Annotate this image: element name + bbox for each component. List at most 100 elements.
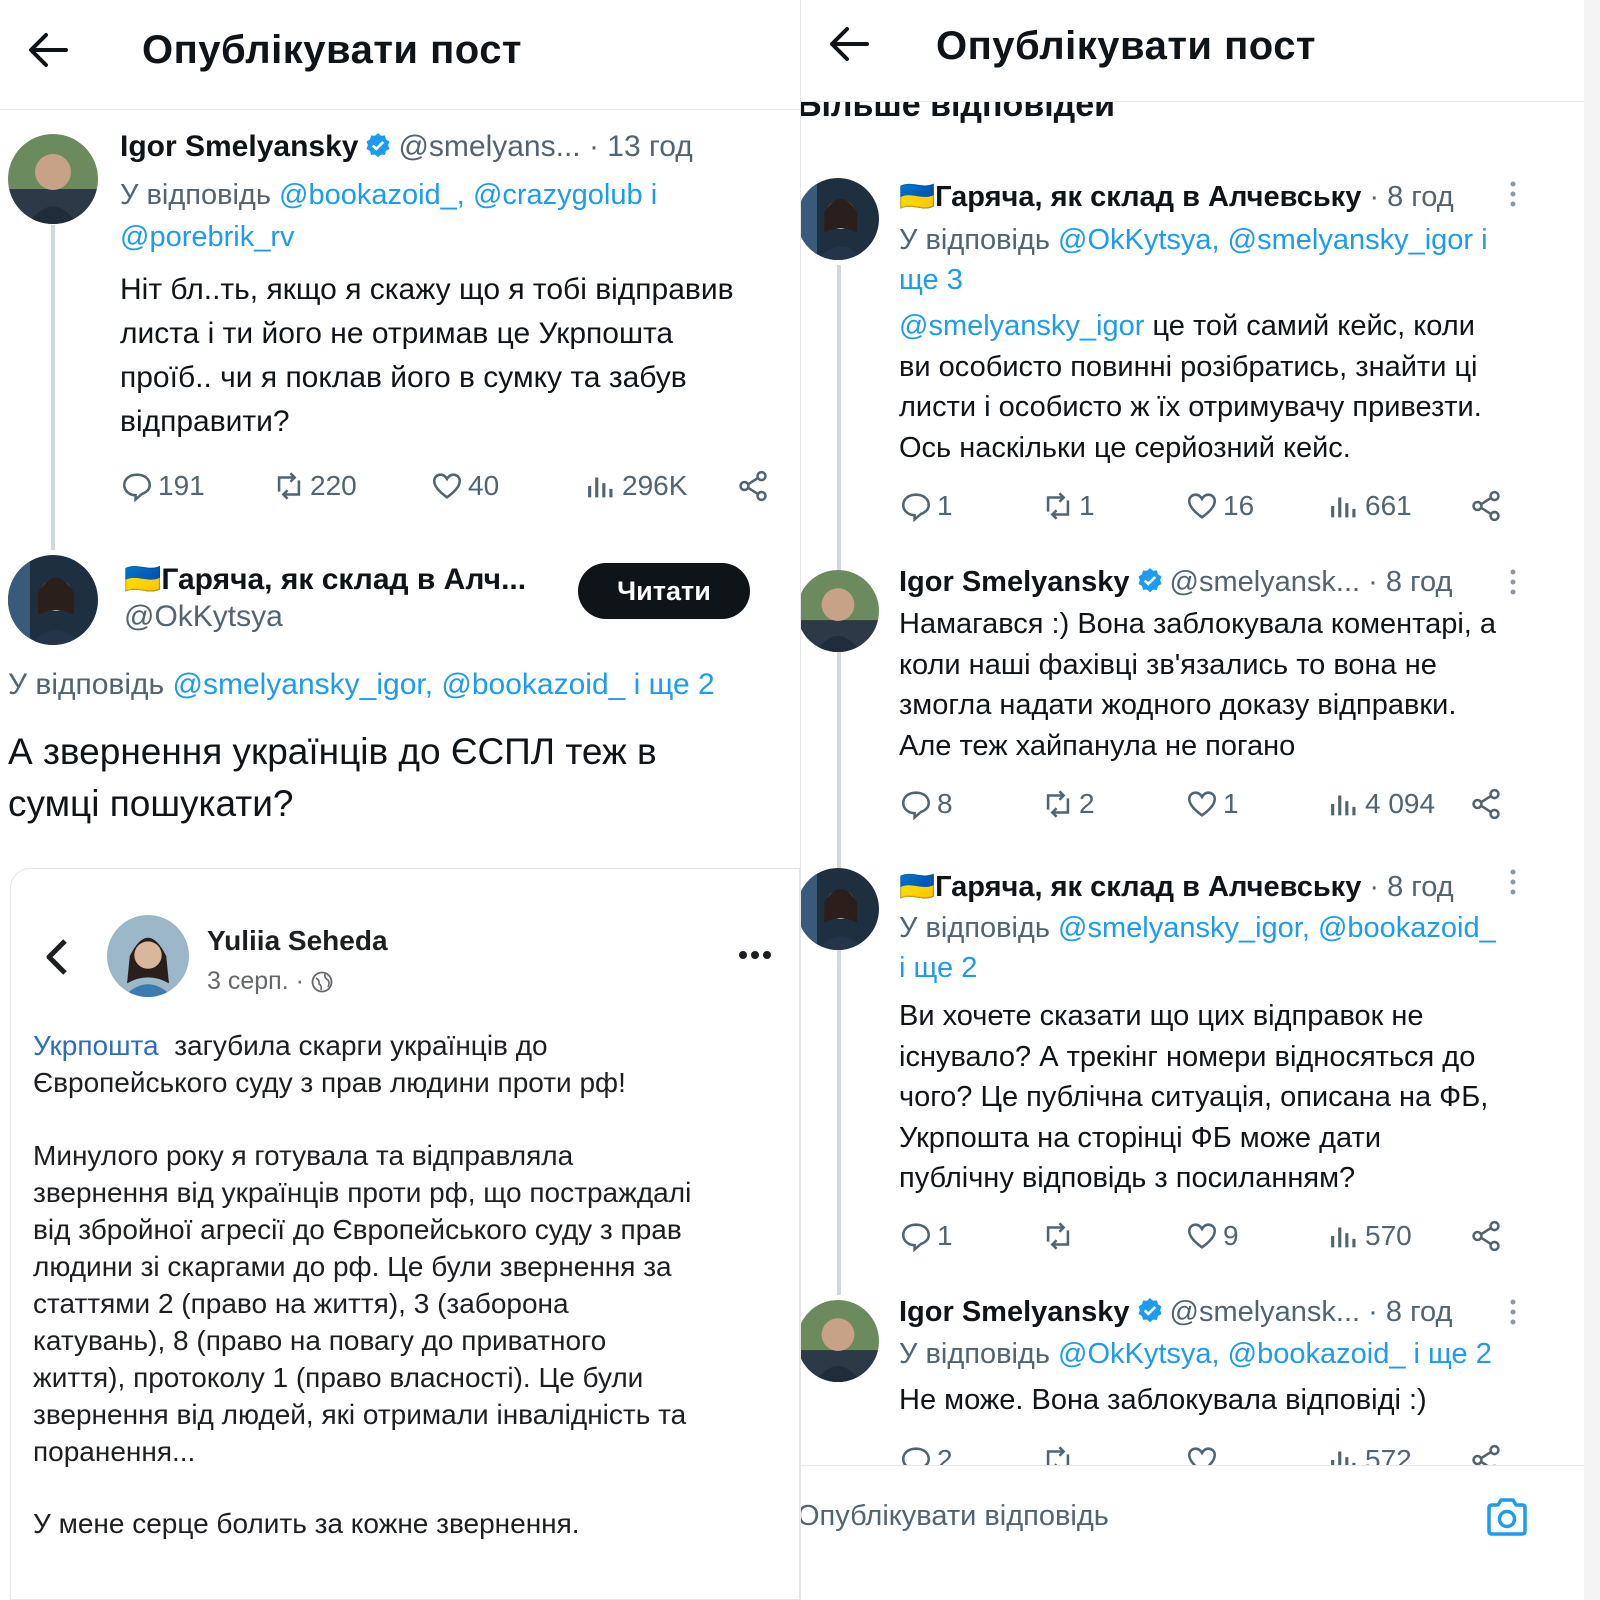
share-button[interactable]: [1469, 486, 1507, 526]
mention-link[interactable]: @smelyansky_igor, @bookazoid_: [1058, 912, 1496, 944]
author-name[interactable]: Igor Smelyansky: [120, 130, 358, 163]
post-text: А звернення українців до ЄСПЛ теж в сумц…: [8, 726, 657, 830]
camera-icon[interactable]: [1485, 1496, 1529, 1538]
avatar[interactable]: [107, 915, 189, 997]
avatar[interactable]: [801, 570, 879, 652]
avatar[interactable]: [8, 555, 98, 645]
post-text-line: відправити?: [120, 405, 290, 438]
back-arrow-icon[interactable]: [26, 28, 70, 72]
globe-icon: [311, 971, 333, 992]
share-button[interactable]: [736, 466, 774, 506]
avatar[interactable]: [801, 178, 879, 260]
more-icon[interactable]: [1509, 568, 1517, 598]
post-text-line: Намагався :) Вона заблокувала коментарі,…: [899, 608, 1497, 640]
more-icon[interactable]: [1509, 180, 1517, 210]
post-author-row: Igor Smelyansky @smelyansk... · 8 год: [899, 1296, 1452, 1329]
chevron-left-icon[interactable]: [41, 937, 71, 977]
post-time: · 8 год: [1369, 181, 1454, 213]
post-text-line: листа і ти його не отримав це Укрпошта: [120, 317, 674, 350]
mention-link[interactable]: @crazygolub: [473, 179, 643, 211]
mention-link[interactable]: @OkKytsya, @bookazoid_ і ще 2: [1058, 1338, 1492, 1370]
repost-button[interactable]: 1: [1041, 486, 1095, 526]
reply-conjunction: і: [650, 179, 658, 211]
reply-count: 1: [937, 490, 953, 521]
post-time: · 8 год: [1368, 1296, 1453, 1328]
follow-button[interactable]: Читати: [578, 563, 750, 619]
share-button[interactable]: [1469, 1216, 1507, 1256]
page-title: Опублікувати пост: [936, 24, 1317, 68]
post-text-line: змогла надати жодного доказу відправки.: [899, 689, 1457, 721]
author-name[interactable]: 🇺🇦Гаряча, як склад в Алчевську: [899, 181, 1361, 213]
views-button[interactable]: 570: [1327, 1216, 1412, 1256]
embedded-image-card[interactable]: Yuliia Seheda 3 серп. · Укрпошта загубил…: [10, 868, 800, 1600]
repost-button[interactable]: [1041, 1216, 1079, 1256]
post-text-line: існувало? А трекінг номери відносяться д…: [899, 1040, 1476, 1073]
mention-link[interactable]: @OkKytsya, @smelyansky_igor і: [1058, 224, 1488, 256]
fb-author-name[interactable]: Yuliia Seheda: [207, 925, 388, 957]
more-icon[interactable]: [1509, 868, 1517, 898]
repost-button[interactable]: 2: [1041, 784, 1095, 824]
repost-icon: [277, 472, 301, 500]
mention-link[interactable]: @smelyansky_igor, @bookazoid_ і ще 2: [173, 668, 715, 701]
reply-button[interactable]: 8: [899, 784, 953, 824]
fb-text-line: загубила скарги українців до: [174, 1030, 548, 1061]
avatar[interactable]: [801, 1300, 879, 1382]
post-text-line: Ви хочете сказати що цих відправок не: [899, 1000, 1424, 1032]
views-button[interactable]: 296K: [584, 466, 687, 506]
reply-to: У відповідь @bookazoid_, @crazygolub і @…: [120, 174, 780, 258]
reply-input[interactable]: Опублікувати відповідь: [801, 1500, 1109, 1533]
avatar[interactable]: [8, 134, 98, 224]
back-arrow-icon[interactable]: [827, 22, 871, 66]
views-icon: [1331, 497, 1356, 518]
more-icon[interactable]: [1509, 1298, 1517, 1328]
verified-badge-icon: [367, 133, 390, 158]
thread-line: [837, 265, 841, 1295]
repost-count: 2: [1079, 788, 1095, 819]
mention-link[interactable]: і ще 2: [899, 948, 1496, 988]
mention-link[interactable]: @smelyansky_igor: [899, 310, 1144, 342]
like-count: 40: [468, 470, 500, 501]
like-button[interactable]: 1: [1185, 784, 1239, 824]
fb-text-line: від збройної агресії до Європейського су…: [33, 1214, 682, 1245]
views-count: 296K: [622, 470, 688, 501]
post-text-line: листи і особисто ж їх отримувачу привезт…: [899, 391, 1482, 423]
author-name[interactable]: 🇺🇦Гаряча, як склад в Алчевську: [899, 871, 1361, 903]
mention-link[interactable]: ще 3: [899, 260, 1488, 300]
avatar[interactable]: [801, 868, 879, 950]
fb-page-link[interactable]: Укрпошта: [33, 1030, 159, 1061]
repost-button[interactable]: 220: [272, 466, 357, 506]
like-button[interactable]: 9: [1185, 1216, 1239, 1256]
fb-text-line: людини зі скаргами до рф. Це були зверне…: [33, 1251, 672, 1282]
views-button[interactable]: 661: [1327, 486, 1412, 526]
left-panel: Опублікувати пост Igor Smelyansky @smelya…: [0, 0, 800, 1600]
like-button[interactable]: 16: [1185, 486, 1254, 526]
author-handle: @smelyans...: [398, 130, 581, 163]
post-text-line: сумці пошукати?: [8, 783, 294, 824]
mention-link[interactable]: @bookazoid_,: [279, 179, 465, 211]
like-count: 9: [1223, 1220, 1239, 1251]
more-icon[interactable]: [737, 949, 773, 961]
post-text: Намагався :) Вона заблокувала коментарі,…: [899, 604, 1496, 766]
fb-text-line: Європейського суду з прав людини проти р…: [33, 1067, 626, 1098]
like-button[interactable]: 40: [430, 466, 499, 506]
share-button[interactable]: [1469, 784, 1507, 824]
post-text-line: проїб.. чи я поклав його в сумку та забу…: [120, 361, 687, 394]
like-icon: [1187, 1223, 1217, 1249]
author-name[interactable]: Igor Smelyansky: [899, 566, 1130, 598]
left-topbar: Опублікувати пост: [0, 0, 800, 110]
post-text-line: Але теж хайпанула не погано: [899, 729, 1296, 762]
author-name[interactable]: 🇺🇦Гаряча, як склад в Алч...: [124, 563, 526, 596]
author-name[interactable]: Igor Smelyansky: [899, 1296, 1130, 1328]
like-icon: [1187, 791, 1217, 817]
mention-link[interactable]: @porebrik_rv: [120, 221, 295, 253]
reply-button[interactable]: 1: [899, 1216, 953, 1256]
post-actions: 1 1 16 661: [899, 486, 1519, 526]
share-icon: [1472, 490, 1500, 522]
repost-icon: [1046, 790, 1070, 818]
post-text-line: А звернення українців до ЄСПЛ теж в: [8, 731, 657, 772]
fb-post-meta: 3 серп. ·: [207, 967, 334, 996]
reply-button[interactable]: 1: [899, 486, 953, 526]
reply-button[interactable]: 191: [120, 466, 205, 506]
views-button[interactable]: 4 094: [1327, 784, 1435, 824]
fb-text-line: Минулого року я готувала та відправляла: [33, 1140, 574, 1171]
